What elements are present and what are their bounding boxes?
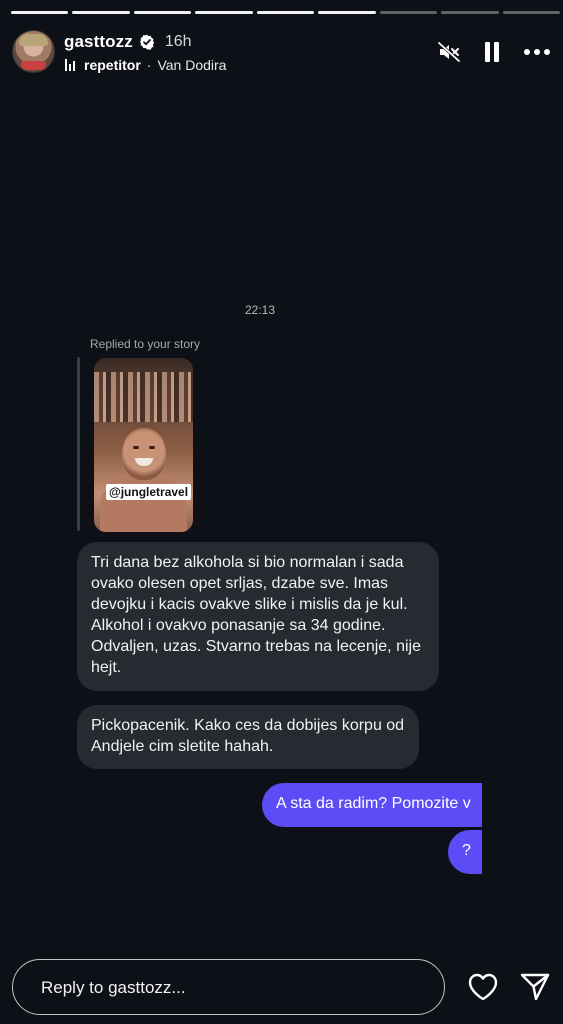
story-header: gasttozz 16h repetitor · Van Dodira — [12, 30, 551, 74]
post-time: 16h — [164, 33, 192, 50]
story-thumbnail[interactable]: @jungletravel — [94, 358, 193, 532]
username[interactable]: gasttozz — [64, 32, 133, 52]
progress-segment — [441, 11, 499, 14]
avatar[interactable] — [12, 30, 55, 73]
send-icon[interactable] — [519, 972, 551, 1002]
story-controls — [437, 40, 551, 64]
progress-segment — [133, 11, 192, 14]
music-bars-icon — [65, 59, 75, 71]
music-row[interactable]: repetitor · Van Dodira — [64, 57, 226, 73]
muted-speaker-icon[interactable] — [437, 40, 461, 64]
story-mention-tag: @jungletravel — [106, 484, 192, 500]
reply-box[interactable] — [12, 959, 445, 1015]
message-timestamp: 22:13 — [244, 303, 276, 317]
progress-segment — [11, 11, 69, 14]
incoming-message[interactable]: Pickopacenik. Kako ces da dobijes korpu … — [77, 705, 419, 769]
thumbnail-crowd — [94, 372, 193, 422]
incoming-message[interactable]: Tri dana bez alkohola si bio normalan i … — [77, 542, 439, 691]
progress-segment — [318, 11, 376, 14]
artist-name: Van Dodira — [157, 57, 227, 73]
progress-segment — [195, 11, 253, 14]
progress-segment — [379, 11, 438, 14]
heart-icon[interactable] — [467, 972, 499, 1002]
progress-segment — [256, 11, 315, 14]
progress-segment — [72, 11, 130, 14]
song-title: repetitor — [84, 57, 141, 73]
story-progress — [11, 11, 560, 14]
outgoing-message[interactable]: A sta da radim? Pomozite v — [262, 783, 482, 827]
user-row: gasttozz 16h — [64, 32, 192, 52]
progress-segment — [502, 11, 560, 14]
more-icon[interactable] — [523, 48, 551, 56]
verified-badge-icon — [139, 34, 154, 50]
reply-input[interactable] — [39, 960, 423, 1015]
thumbnail-face — [122, 428, 166, 480]
separator: · — [146, 57, 152, 73]
reply-label: Replied to your story — [90, 337, 201, 351]
outgoing-message[interactable]: ? — [448, 830, 482, 874]
reply-quote-bar — [77, 357, 80, 531]
pause-icon[interactable] — [483, 41, 501, 63]
